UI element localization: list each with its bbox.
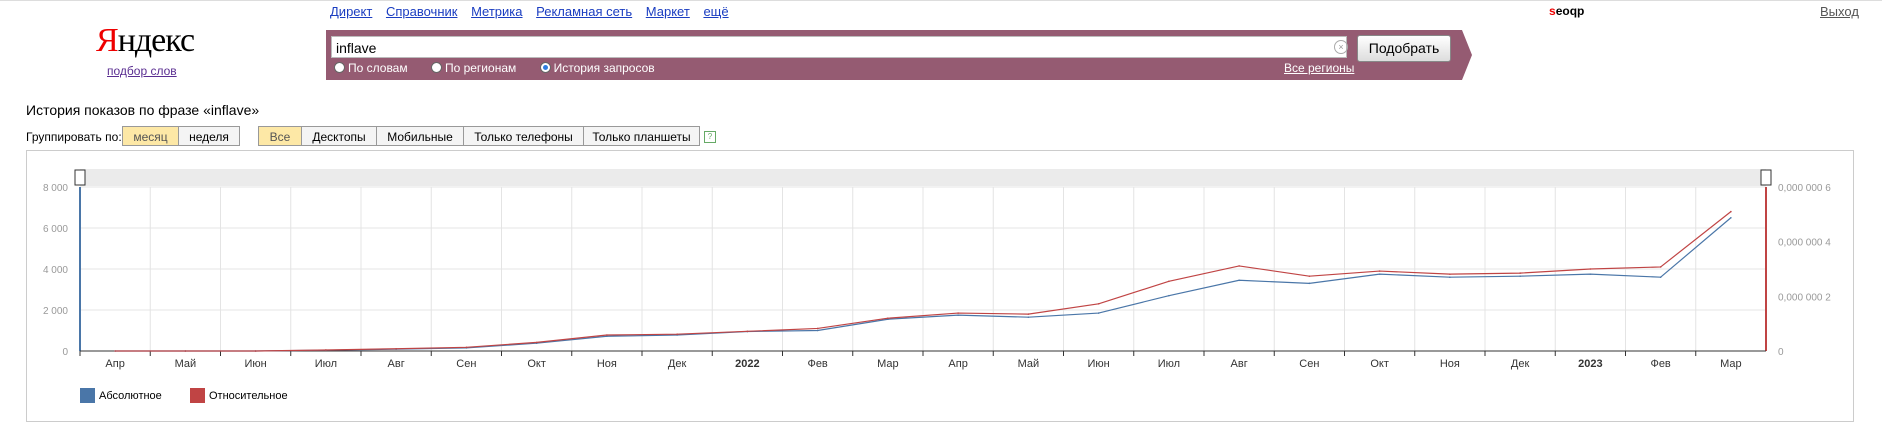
data-point-relative: [395, 347, 397, 350]
data-point-relative: [1308, 275, 1311, 277]
left-axis-tick-label: 2 000: [43, 306, 68, 317]
history-chart: 8 000 6 000 4 000 2 000 0 0,000 000 6 0,000 00…: [43, 169, 1831, 370]
x-axis-tick-label: Ноя: [1440, 358, 1460, 370]
right-axis-tick-label: 0,000 000 6: [1778, 183, 1831, 194]
data-point-absolute: [1168, 294, 1170, 297]
data-point-absolute: [1308, 282, 1311, 285]
x-axis-tick-label: Дек: [1511, 358, 1530, 370]
legend-label-absolute: Абсолютное: [99, 390, 162, 402]
data-point-relative: [325, 349, 327, 351]
data-point-relative: [1730, 210, 1732, 213]
legend-swatch-relative: [190, 388, 205, 403]
legend-label-relative: Относительное: [209, 390, 288, 402]
data-point-absolute: [1238, 279, 1240, 282]
data-point-relative: [606, 334, 608, 336]
x-axis-tick-label: Апр: [105, 358, 124, 370]
data-point-relative: [1097, 303, 1100, 305]
x-axis-tick-label: Июн: [245, 358, 267, 370]
data-point-absolute: [1589, 273, 1592, 275]
x-axis-tick-label: Май: [175, 358, 197, 370]
data-point-absolute: [1449, 276, 1451, 279]
data-point-relative: [1238, 265, 1240, 267]
range-handle-right[interactable]: [1760, 169, 1772, 186]
left-axis-tick-label: 8 000: [43, 183, 68, 194]
data-point-absolute: [1730, 216, 1732, 219]
x-axis-tick-label: Авг: [388, 358, 405, 370]
x-axis-tick-label: 2022: [735, 358, 759, 370]
data-point-relative: [1449, 273, 1451, 275]
data-point-absolute: [1027, 316, 1030, 318]
data-point-relative: [746, 330, 749, 333]
data-point-relative: [1519, 272, 1521, 274]
data-point-absolute: [957, 314, 959, 316]
data-point-relative: [535, 341, 538, 344]
x-axis-tick-label: Авг: [1231, 358, 1248, 370]
x-axis-tick-label: 2023: [1578, 358, 1602, 370]
data-point-relative: [184, 350, 187, 352]
x-axis-tick-label: Ноя: [597, 358, 617, 370]
data-point-absolute: [1378, 273, 1381, 275]
left-axis-tick-label: 0: [62, 347, 68, 358]
data-point-relative: [957, 312, 959, 314]
data-point-relative: [1589, 268, 1592, 270]
data-point-relative: [816, 327, 819, 330]
legend-swatch-absolute: [80, 388, 95, 403]
x-axis-tick-label: Фев: [807, 358, 827, 370]
range-scroller[interactable]: [80, 169, 1766, 186]
x-axis-tick-label: Мар: [877, 358, 899, 370]
data-point-absolute: [1519, 275, 1521, 277]
data-point-relative: [465, 346, 468, 349]
x-axis-tick-label: Июн: [1088, 358, 1110, 370]
x-axis-tick-label: Сен: [456, 358, 476, 370]
right-axis-tick-label: 0: [1778, 347, 1784, 358]
x-axis-tick-label: Окт: [1370, 358, 1389, 370]
data-point-relative: [887, 317, 889, 320]
x-axis-tick-label: Фев: [1650, 358, 1670, 370]
right-axis-tick-label: 0,000 000 2: [1778, 292, 1831, 303]
data-point-relative: [114, 350, 116, 352]
x-axis-tick-label: Июл: [1158, 358, 1180, 370]
data-point-absolute: [1097, 312, 1100, 314]
x-axis-tick-label: Апр: [948, 358, 967, 370]
data-point-absolute: [816, 329, 819, 332]
right-axis-tick-label: 0,000 000 4: [1778, 238, 1831, 249]
data-point-absolute: [1659, 276, 1662, 279]
x-axis-tick-label: Май: [1018, 358, 1040, 370]
left-axis-tick-label: 4 000: [43, 265, 68, 276]
range-handle-left[interactable]: [74, 169, 86, 186]
data-point-relative: [1168, 280, 1170, 283]
x-axis-tick-label: Мар: [1720, 358, 1742, 370]
x-axis-tick-label: Июл: [315, 358, 337, 370]
data-point-relative: [1027, 313, 1030, 315]
data-point-relative: [676, 333, 678, 335]
x-axis-tick-label: Сен: [1299, 358, 1319, 370]
x-axis-tick-label: Дек: [668, 358, 687, 370]
data-point-relative: [254, 350, 257, 352]
left-axis-tick-label: 6 000: [43, 224, 68, 235]
data-point-relative: [1378, 270, 1381, 272]
data-point-relative: [1659, 266, 1662, 268]
x-axis-tick-label: Окт: [527, 358, 546, 370]
